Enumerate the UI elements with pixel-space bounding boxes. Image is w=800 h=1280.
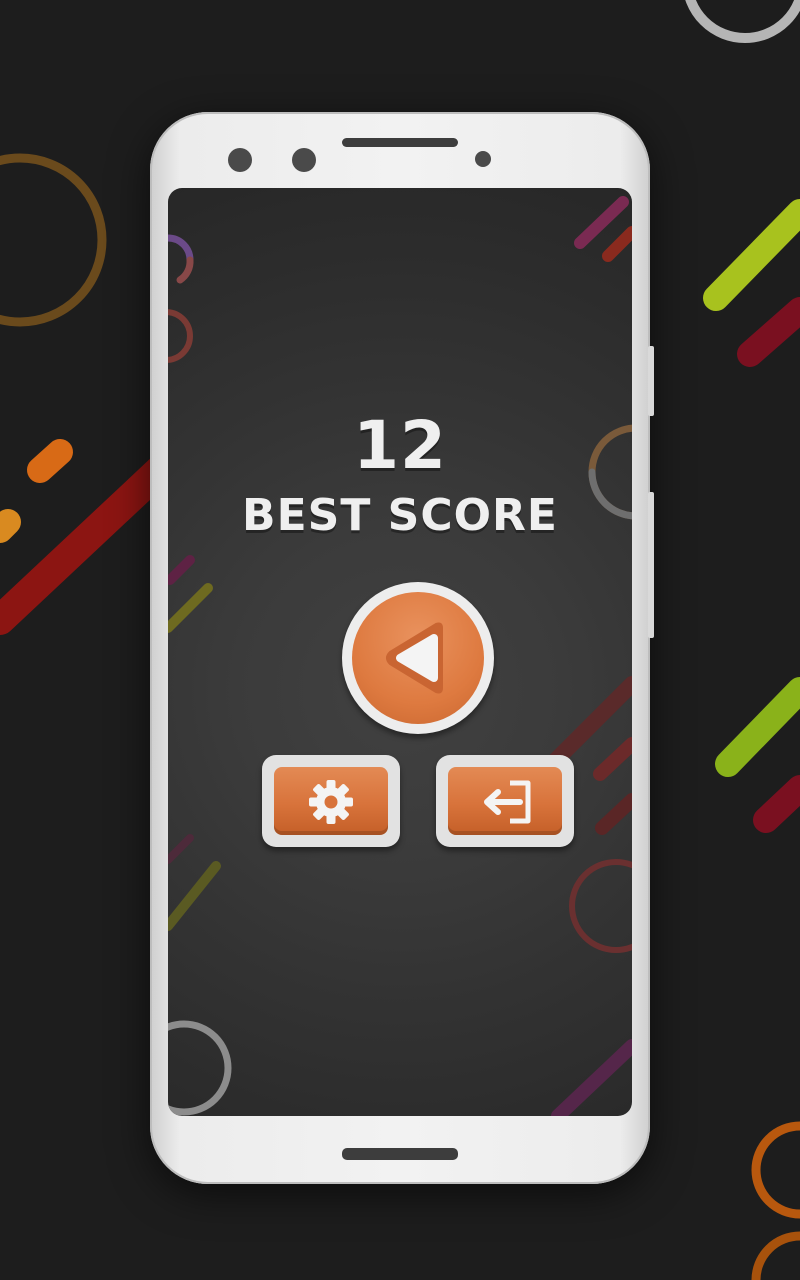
exit-button-face[interactable] — [448, 767, 562, 835]
settings-button[interactable] — [262, 755, 400, 847]
sensor-icon — [475, 151, 491, 167]
exit-button[interactable] — [436, 755, 574, 847]
front-camera-icon — [228, 148, 252, 172]
game-screen: 12 BEST SCORE — [168, 188, 632, 1116]
settings-button-face[interactable] — [274, 767, 388, 835]
phone-side-button — [648, 346, 654, 416]
play-button[interactable] — [342, 582, 494, 734]
bottom-speaker — [342, 1148, 458, 1160]
play-button-face[interactable] — [352, 592, 484, 724]
best-score-label: BEST SCORE — [242, 490, 558, 541]
earpiece-speaker — [342, 138, 458, 147]
exit-door-icon — [484, 780, 531, 824]
front-camera-icon — [292, 148, 316, 172]
current-score: 12 — [353, 407, 447, 484]
phone-side-button — [648, 492, 654, 638]
gear-icon — [309, 780, 353, 824]
play-triangle-icon — [386, 622, 443, 694]
